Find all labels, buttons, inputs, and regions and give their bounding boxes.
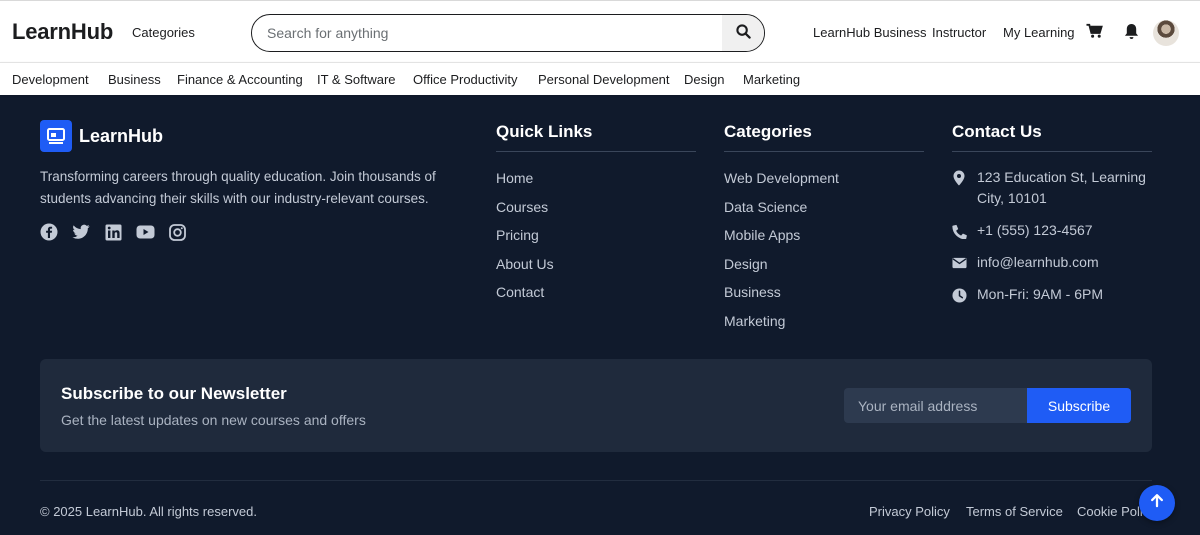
category-it-software[interactable]: IT & Software: [317, 72, 396, 87]
categories-menu[interactable]: Categories: [132, 25, 195, 40]
newsletter-title: Subscribe to our Newsletter: [61, 384, 287, 403]
footer-category-data-science[interactable]: Data Science: [724, 199, 807, 215]
instructor-link[interactable]: Instructor: [932, 25, 986, 40]
brand-name[interactable]: LearnHub: [79, 126, 163, 147]
learnhub-business-link[interactable]: LearnHub Business: [813, 25, 926, 40]
search-input[interactable]: [252, 15, 722, 51]
search-icon: [735, 24, 751, 42]
footer-category-mobile-apps[interactable]: Mobile Apps: [724, 227, 800, 243]
copyright-text: © 2025 LearnHub. All rights reserved.: [40, 504, 257, 519]
envelope-icon: [951, 255, 967, 271]
contact-address-line1: 123 Education St, Learning: [977, 169, 1146, 185]
logo[interactable]: LearnHub: [12, 19, 113, 45]
facebook-icon[interactable]: [39, 222, 59, 242]
search-bar: [251, 14, 765, 52]
top-navbar: LearnHub Categories LearnHub Business In…: [0, 0, 1200, 62]
footer-category-business[interactable]: Business: [724, 284, 781, 300]
quick-link-contact[interactable]: Contact: [496, 284, 544, 300]
categories-title: Categories: [724, 122, 812, 141]
contact-email[interactable]: info@learnhub.com: [977, 252, 1099, 273]
my-learning-link[interactable]: My Learning: [1003, 25, 1075, 40]
category-finance-accounting[interactable]: Finance & Accounting: [177, 72, 303, 87]
category-development[interactable]: Development: [12, 72, 89, 87]
quick-link-about-us[interactable]: About Us: [496, 256, 554, 272]
contact-phone[interactable]: +1 (555) 123-4567: [977, 220, 1093, 241]
arrow-up-icon: [1150, 493, 1164, 513]
brand-logo-icon[interactable]: [40, 120, 72, 152]
footer-category-web-development[interactable]: Web Development: [724, 170, 839, 186]
terms-of-service-link[interactable]: Terms of Service: [966, 504, 1063, 519]
search-button[interactable]: [722, 15, 764, 51]
phone-icon: [951, 223, 967, 239]
map-pin-icon: [951, 170, 967, 186]
newsletter-email-input[interactable]: [844, 388, 1027, 423]
brand-description: Transforming careers through quality edu…: [40, 169, 436, 206]
subscribe-button[interactable]: Subscribe: [1027, 388, 1131, 423]
instagram-icon[interactable]: [167, 222, 187, 242]
contact-address-line2: City, 10101: [977, 190, 1047, 206]
footer-category-marketing[interactable]: Marketing: [724, 313, 785, 329]
category-personal-development[interactable]: Personal Development: [538, 72, 670, 87]
bell-icon[interactable]: [1122, 22, 1140, 40]
youtube-icon[interactable]: [135, 222, 155, 242]
category-marketing[interactable]: Marketing: [743, 72, 800, 87]
categories-divider: [724, 151, 924, 152]
quick-links-divider: [496, 151, 696, 152]
contact-us-divider: [952, 151, 1152, 152]
quick-links-title: Quick Links: [496, 122, 593, 141]
quick-link-pricing[interactable]: Pricing: [496, 227, 539, 243]
avatar[interactable]: [1153, 20, 1179, 46]
newsletter-section: Subscribe to our Newsletter Get the late…: [40, 359, 1152, 452]
footer-bottom-divider: [40, 480, 1152, 481]
twitter-icon[interactable]: [71, 222, 91, 242]
newsletter-subtitle: Get the latest updates on new courses an…: [61, 412, 366, 428]
contact-us-title: Contact Us: [952, 122, 1042, 141]
contact-hours: Mon-Fri: 9AM - 6PM: [977, 286, 1104, 302]
quick-link-home[interactable]: Home: [496, 170, 533, 186]
category-design[interactable]: Design: [684, 72, 724, 87]
category-office-productivity[interactable]: Office Productivity: [413, 72, 518, 87]
footer-category-design[interactable]: Design: [724, 256, 768, 272]
contact-address: 123 Education St, Learning City, 10101: [977, 167, 1146, 209]
clock-icon: [951, 287, 967, 303]
cart-icon[interactable]: [1085, 22, 1103, 40]
privacy-policy-link[interactable]: Privacy Policy: [869, 504, 950, 519]
category-bar: Development Business Finance & Accountin…: [0, 62, 1200, 95]
category-business[interactable]: Business: [108, 72, 161, 87]
linkedin-icon[interactable]: [103, 222, 123, 242]
quick-link-courses[interactable]: Courses: [496, 199, 548, 215]
scroll-to-top-button[interactable]: [1139, 485, 1175, 521]
